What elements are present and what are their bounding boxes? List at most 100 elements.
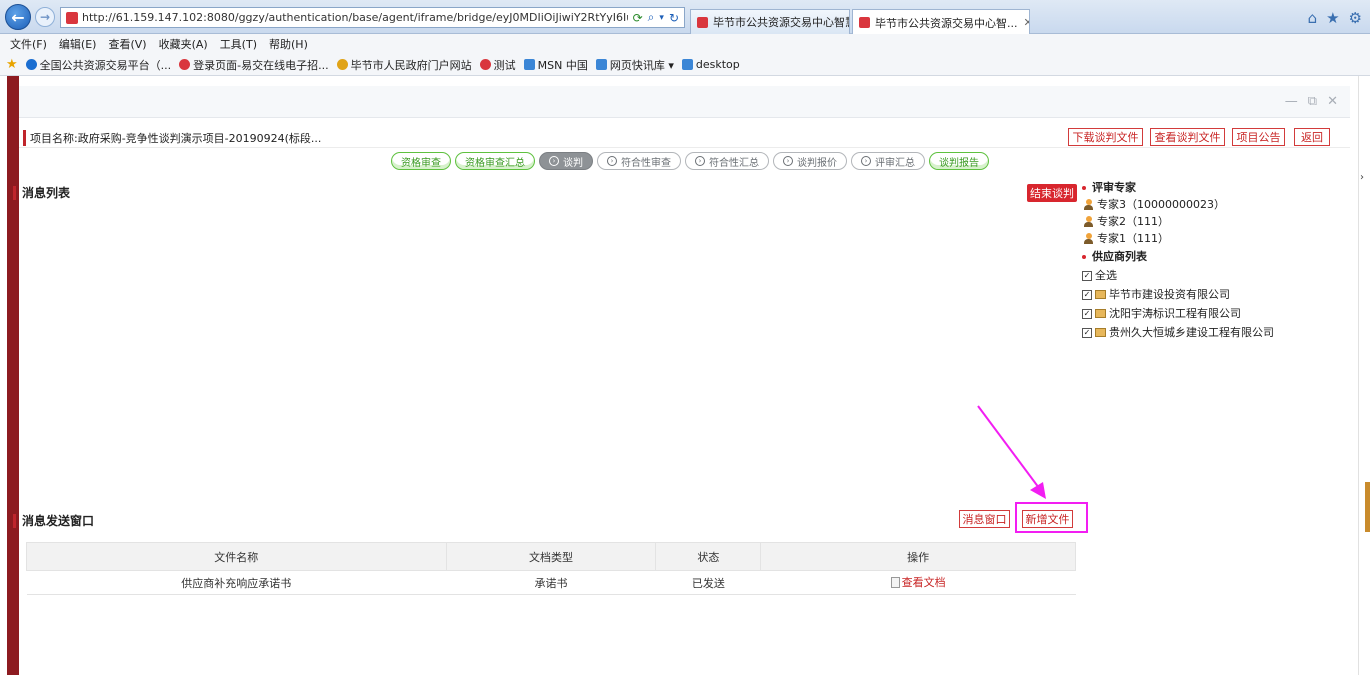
project-bar: 项目名称:政府采购-竞争性谈判演示项目-20190924(标段... 下载谈判文… [19,126,1350,148]
negotiation-dialog: — ⧉ ✕ 项目名称:政府采购-竞争性谈判演示项目-20190924(标段...… [13,86,1350,675]
favorite-label: 测试 [493,58,516,72]
reload-icon[interactable]: ↻ [669,11,679,25]
address-bar[interactable]: http://61.159.147.102:8080/ggzy/authenti… [60,7,685,28]
view-document-label: 查看文档 [901,576,946,590]
arrow-circle-icon: › [861,156,871,166]
address-url[interactable]: http://61.159.147.102:8080/ggzy/authenti… [82,11,628,24]
back-button[interactable]: ← [5,4,31,30]
supplier-checkbox[interactable]: ✓ 沈阳宇涛标识工程有限公司 [1082,305,1342,322]
step-negotiation-quote[interactable]: › 谈判报价 [773,152,847,170]
download-negotiation-file-button[interactable]: 下载谈判文件 [1068,128,1143,146]
tab-close-icon[interactable]: ✕ [1018,16,1030,29]
step-label: 谈判 [563,157,583,169]
select-all-checkbox[interactable]: ✓ 全选 [1082,267,1342,284]
menu-tools[interactable]: 工具(T) [220,36,257,52]
view-negotiation-file-button[interactable]: 查看谈判文件 [1150,128,1225,146]
expert-name: 专家2（111） [1097,215,1169,228]
step-label: 符合性审查 [621,157,671,169]
step-negotiation[interactable]: › 谈判 [539,152,593,170]
checkbox-checked-icon[interactable]: ✓ [1082,270,1092,281]
step-label: 谈判报告 [939,157,979,169]
close-icon[interactable]: ✕ [1327,94,1338,109]
step-compliance-review[interactable]: › 符合性审查 [597,152,681,170]
favorite-label: 全国公共资源交易平台（... [39,58,172,72]
menu-edit[interactable]: 编辑(E) [59,36,97,52]
tab-title: 毕节市公共资源交易中心智... [875,16,1018,30]
select-all-label: 全选 [1095,269,1117,282]
step-review-summary[interactable]: › 评审汇总 [851,152,925,170]
step-qualification-review[interactable]: 资格审查 [391,152,451,170]
favorite-label: 登录页面-易交在线电子招... [193,58,329,72]
checkbox-checked-icon[interactable]: ✓ [1082,289,1092,300]
favorite-link[interactable]: desktop [681,58,740,71]
menu-bar: 文件(F) 编辑(E) 查看(V) 收藏夹(A) 工具(T) 帮助(H) [0,34,1370,54]
supplier-name: 贵州久大恒城乡建设工程有限公司 [1109,326,1274,339]
ie-page-icon [681,59,693,70]
scrollbar-thumb[interactable] [1365,482,1370,532]
browser-titlebar: ← → http://61.159.147.102:8080/ggzy/auth… [0,0,1370,35]
edge-marker: › [1360,172,1364,183]
table-header-row: 文件名称 文档类型 状态 操作 [26,542,1076,571]
step-label: 谈判报价 [797,157,837,169]
step-qualification-summary[interactable]: 资格审查汇总 [455,152,535,170]
step-compliance-summary[interactable]: › 符合性汇总 [685,152,769,170]
supplier-checkbox[interactable]: ✓ 贵州久大恒城乡建设工程有限公司 [1082,324,1342,341]
checkbox-checked-icon[interactable]: ✓ [1082,308,1092,319]
ie-page-icon [595,59,607,70]
minimize-icon[interactable]: — [1285,94,1298,109]
column-header: 状态 [655,542,762,571]
tab-1[interactable]: 毕节市公共资源交易中心智慧... [690,9,850,34]
site-favicon-icon [859,17,870,28]
site-favicon-icon [697,16,708,28]
ie-page-icon [523,59,535,70]
tab-2-active[interactable]: 毕节市公共资源交易中心智... ✕ [852,9,1030,35]
supplier-checkbox[interactable]: ✓ 毕节市建设投资有限公司 [1082,286,1342,303]
search-icon[interactable]: ⌕ [648,10,655,25]
forward-button[interactable]: → [35,7,55,27]
message-window-button[interactable]: 消息窗口 [959,510,1010,528]
restore-icon[interactable]: ⧉ [1308,94,1317,109]
chevron-down-icon[interactable]: ▾ [659,13,664,23]
supplier-name: 毕节市建设投资有限公司 [1109,288,1230,301]
file-name-cell: 供应商补充响应承诺书 [26,570,447,595]
page-left-margin [0,76,7,675]
send-window-title: 消息发送窗口 [13,514,94,528]
back-return-button[interactable]: 返回 [1294,128,1330,146]
favorites-bar: ★ 全国公共资源交易平台（... 登录页面-易交在线电子招... 毕节市人民政府… [0,54,1370,76]
favorite-link[interactable]: MSN 中国 [523,57,588,73]
gear-icon[interactable]: ⚙ [1349,9,1362,27]
person-icon [1084,233,1093,244]
arrow-circle-icon: › [549,156,559,166]
checkbox-checked-icon[interactable]: ✓ [1082,327,1092,338]
end-negotiation-button[interactable]: 结束谈判 [1027,184,1077,202]
menu-favorites[interactable]: 收藏夹(A) [159,36,208,52]
favorite-link[interactable]: 毕节市人民政府门户网站 [336,57,472,73]
message-list-title: 消息列表 [13,186,70,200]
favorite-link[interactable]: 登录页面-易交在线电子招... [179,57,329,73]
view-document-link[interactable]: 查看文档 [890,574,946,590]
favorite-link[interactable]: 测试 [479,57,516,73]
refresh-compat-icon[interactable]: ⟳ [633,11,643,25]
bullet-icon [1082,254,1086,259]
site-icon [479,59,491,70]
ie-icon [25,59,37,70]
menu-help[interactable]: 帮助(H) [269,36,308,52]
favorite-label: desktop [695,58,740,71]
home-icon[interactable]: ⌂ [1308,9,1318,27]
menu-view[interactable]: 查看(V) [108,36,146,52]
tab-title: 毕节市公共资源交易中心智慧... [713,16,849,29]
project-announcement-button[interactable]: 项目公告 [1232,128,1285,146]
favorite-link[interactable]: 网页快讯库 ▾ [595,57,674,73]
person-icon [1084,216,1093,227]
participants-panel: 评审专家 专家3（10000000023） 专家2（111） 专家1（111） … [1082,179,1342,341]
step-label: 资格审查 [401,157,441,169]
favorite-link[interactable]: 全国公共资源交易平台（... [25,57,172,73]
favorites-star-icon[interactable]: ★ [1326,9,1339,27]
page-scrollbar[interactable] [1358,76,1370,675]
suppliers-heading: 供应商列表 [1082,248,1342,265]
favorites-star-icon[interactable]: ★ [6,57,18,72]
menu-file[interactable]: 文件(F) [10,36,47,52]
favorite-label: MSN 中国 [537,58,588,72]
company-icon [1095,309,1106,318]
step-negotiation-report[interactable]: 谈判报告 [929,152,989,170]
